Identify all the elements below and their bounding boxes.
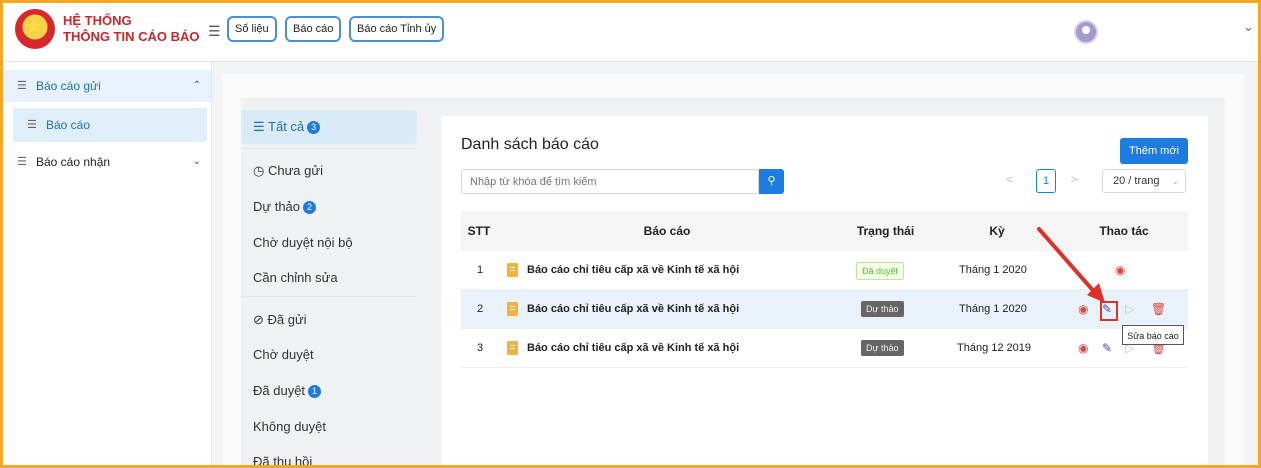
row-stt: 1 [477,264,484,276]
page-size-select[interactable]: 20 / trang ⌄ [1102,169,1186,193]
user-avatar[interactable] [1074,20,1098,44]
filter-draft-label: Dự thảo [253,199,301,214]
chevron-up-icon: ⌃ [192,80,201,91]
report-title[interactable]: Báo cáo chỉ tiêu cấp xã về Kinh tế xã hộ… [527,329,739,367]
clock-icon: ◷ [253,163,268,178]
filter-approved-label: Đã duyệt [253,383,306,398]
list-icon: ☰ [27,119,37,131]
pagination-next[interactable]: > [1071,174,1077,186]
status-badge: Đã duyệt [856,262,905,280]
row-period: Tháng 12 2019 [957,342,1032,354]
filter-withdrawn[interactable]: Đã thu hồi [241,445,417,468]
highlight-box [1100,301,1118,321]
filter-pending-internal[interactable]: Chờ duyệt nội bộ [241,226,417,260]
filter-unsent[interactable]: ◷ Chưa gửi [241,154,417,188]
row-period: Tháng 1 2020 [959,303,1027,315]
filter-draft[interactable]: Dự thảo 2 [241,190,417,224]
brand-line-1: HỆ THỐNG [63,13,132,28]
edit-icon[interactable]: ✎ [1102,329,1112,367]
view-icon[interactable]: ◉ [1115,251,1125,289]
page-size-value: 20 / trang [1113,175,1160,187]
emblem-logo: ★ [15,9,55,49]
column-header-status: Trạng thái [837,211,934,251]
pagination-page[interactable]: 1 [1036,169,1056,193]
status-filter-list: ☰ Tất cả 3 ◷ Chưa gửi Dự thảo 2 Chờ duyệt … [241,98,433,465]
pagination-prev[interactable]: < [1006,174,1012,186]
row-stt: 2 [477,303,484,315]
filter-sent[interactable]: ⊘ Đã gửi [241,303,417,337]
view-icon[interactable]: ◉ [1078,329,1088,367]
list-icon: ☰ [253,119,269,134]
top-header: ★ HỆ THỐNG THÔNG TIN CÁO BÁO ☰ Số liệu B… [3,3,1258,62]
filter-all-label: Tất cả [268,119,305,134]
filter-approved[interactable]: Đã duyệt 1 [241,374,417,408]
filter-needs-edit-label: Cần chỉnh sửa [253,270,338,285]
search-icon: ⚲ [767,175,776,187]
brand-title[interactable]: HỆ THỐNG THÔNG TIN CÁO BÁO [63,13,200,45]
filter-withdrawn-label: Đã thu hồi [253,454,313,468]
annotation-arrow [1037,227,1105,303]
row-period: Tháng 1 2020 [959,264,1027,276]
filter-rejected-label: Không duyệt [253,419,327,434]
brand-line-2: THÔNG TIN CÁO BÁO [63,29,200,44]
table-row[interactable]: 3 Báo cáo chỉ tiêu cấp xã về Kinh tế xã … [461,329,1188,368]
list-icon: ☰ [17,80,27,92]
chevron-down-icon: ⌄ [192,156,201,167]
document-icon [507,341,518,355]
send-icon[interactable]: ▷ [1125,290,1134,328]
filter-pending-internal-label: Chờ duyệt nội bộ [253,235,353,250]
search-button[interactable]: ⚲ [759,169,784,194]
sidebar-item-bao-cao[interactable]: ☰ Báo cáo [13,108,207,142]
count-badge: 2 [303,201,317,214]
nav-button-so-lieu[interactable]: Số liệu [227,16,277,42]
edit-tooltip: Sửa báo cáo [1122,325,1184,345]
sidebar: ☰ Báo cáo gửi ⌃ ☰ Báo cáo ☰ Báo cáo nhận… [3,62,212,465]
document-icon [507,263,518,277]
check-circle-icon: ⊘ [253,312,268,327]
report-title[interactable]: Báo cáo chỉ tiêu cấp xã về Kinh tế xã hộ… [527,290,739,328]
status-badge: Dự thảo [861,340,904,356]
add-report-button[interactable]: Thêm mới [1120,138,1188,164]
filter-all[interactable]: ☰ Tất cả 3 [241,110,417,144]
sidebar-group-received[interactable]: ☰ Báo cáo nhận ⌄ [3,146,211,178]
row-stt: 3 [477,342,484,354]
nav-button-bao-cao-tinh-uy[interactable]: Báo cáo Tỉnh ủy [349,16,445,42]
filter-pending[interactable]: Chờ duyệt [241,338,417,372]
sidebar-group-sent[interactable]: ☰ Báo cáo gửi ⌃ [3,70,211,102]
document-icon [507,302,518,316]
nav-button-bao-cao[interactable]: Báo cáo [285,16,342,42]
status-badge: Dự thảo [861,301,904,317]
screenshot-frame: ★ HỆ THỐNG THÔNG TIN CÁO BÁO ☰ Số liệu B… [0,0,1261,468]
count-badge: 3 [307,121,321,134]
count-badge: 1 [308,385,322,398]
sidebar-item-label: Báo cáo [46,118,91,132]
filter-needs-edit[interactable]: Cần chỉnh sửa [241,261,417,295]
filter-pending-label: Chờ duyệt [253,347,314,362]
chevron-down-icon[interactable]: ⌄ [1243,19,1254,35]
column-header-report: Báo cáo [497,211,837,251]
filter-sent-label: Đã gửi [267,312,307,327]
list-icon: ☰ [17,156,27,168]
delete-icon[interactable]: 🗑 [1151,290,1166,328]
chevron-down-icon: ⌄ [1171,176,1179,186]
filter-unsent-label: Chưa gửi [267,163,323,178]
sidebar-group-sent-label: Báo cáo gửi [36,79,101,93]
column-header-stt: STT [461,211,497,251]
menu-toggle-icon[interactable]: ☰ [208,23,221,40]
search-input[interactable] [461,169,759,194]
filter-rejected[interactable]: Không duyệt [241,410,417,444]
report-title[interactable]: Báo cáo chỉ tiêu cấp xã về Kinh tế xã hộ… [527,251,739,289]
sidebar-group-received-label: Báo cáo nhận [36,155,111,169]
page-title: Danh sách báo cáo [461,136,599,153]
